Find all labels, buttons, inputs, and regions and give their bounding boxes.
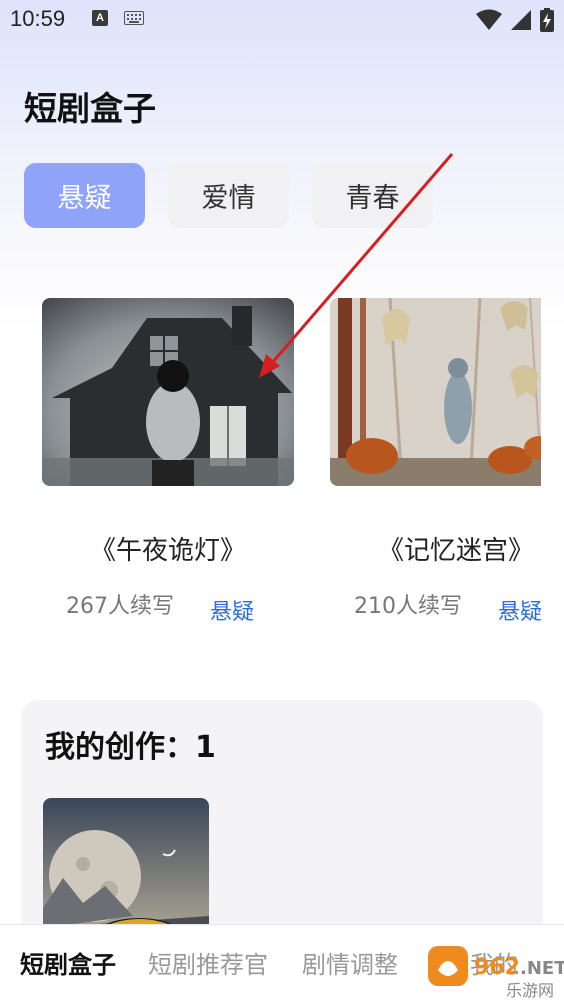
nav-short-drama-box[interactable]: 短剧盒子: [20, 945, 116, 980]
story-genre-tag[interactable]: 悬疑: [498, 594, 541, 626]
signal-icon: [511, 10, 531, 30]
story-genre-tag[interactable]: 悬疑: [210, 594, 254, 626]
keyboard-icon: [124, 11, 144, 25]
page-title: 短剧盒子: [24, 89, 156, 128]
tab-romance[interactable]: 爱情: [168, 163, 289, 228]
story-continue-count: 267人续写: [66, 594, 174, 619]
svg-text:962: 962: [474, 955, 520, 980]
story-card[interactable]: 《午夜诡灯》 267人续写 悬疑: [42, 298, 294, 638]
story-card[interactable]: 《记忆迷宫》 210人续写 悬疑: [330, 298, 541, 638]
tab-suspense[interactable]: 悬疑: [24, 163, 145, 228]
story-title[interactable]: 《记忆迷宫》: [330, 530, 541, 567]
status-bar: 10:59 A: [0, 0, 564, 40]
tab-youth[interactable]: 青春: [312, 163, 433, 228]
svg-text:乐游网: 乐游网: [506, 981, 554, 1000]
watermark-logo: 962 .NET 乐游网: [424, 940, 564, 1000]
story-cover-image[interactable]: [42, 298, 294, 486]
notification-a-icon: A: [92, 10, 108, 26]
wifi-icon: [476, 9, 502, 30]
story-continue-count: 210人续写: [354, 594, 462, 619]
my-creations-panel: 我的创作：1: [21, 700, 543, 968]
story-card-clip: 《记忆迷宫》 210人续写 悬疑: [330, 298, 541, 638]
status-time: 10:59: [10, 6, 66, 31]
category-tabs: 悬疑 爱情 青春: [24, 163, 433, 228]
nav-plot-adjust[interactable]: 剧情调整: [302, 945, 398, 980]
battery-charging-icon: [540, 8, 554, 32]
story-cover-image[interactable]: [330, 298, 541, 486]
my-creations-heading: 我的创作：1: [45, 730, 216, 765]
svg-text:.NET: .NET: [520, 958, 564, 979]
nav-recommender[interactable]: 短剧推荐官: [148, 945, 268, 980]
story-title[interactable]: 《午夜诡灯》: [42, 530, 294, 567]
